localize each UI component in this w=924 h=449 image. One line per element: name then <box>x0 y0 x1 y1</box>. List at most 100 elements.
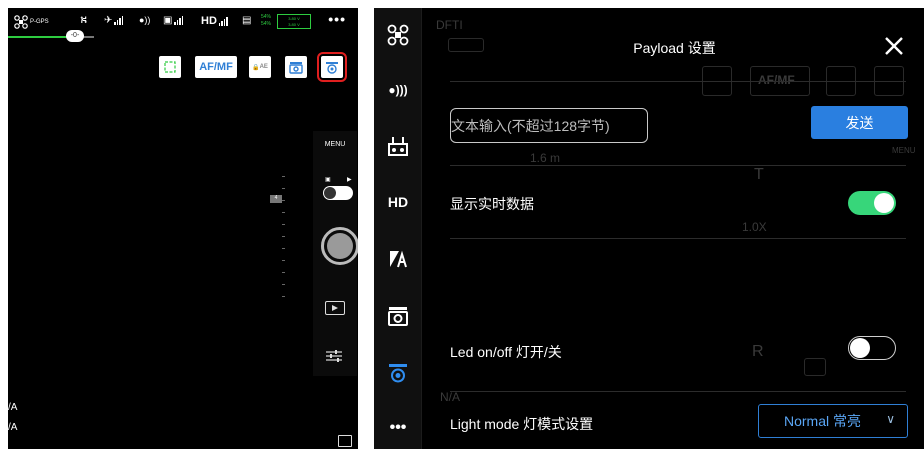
close-icon[interactable] <box>882 34 906 58</box>
ghost-menu: MENU <box>892 146 916 155</box>
satellite-icon: ✈ <box>104 15 113 26</box>
sidebar-item-battery[interactable] <box>374 239 422 279</box>
sliders-icon[interactable] <box>325 349 343 363</box>
pip-switch-icon[interactable] <box>338 435 352 447</box>
progress-line <box>8 36 74 38</box>
timeline-slider-knob[interactable]: -0- <box>66 30 84 42</box>
sidebar-item-hd[interactable]: HD <box>374 182 422 222</box>
hd-bars <box>218 16 228 26</box>
photo-mode-icon: ▣ <box>325 177 331 183</box>
hd-label: HD <box>201 15 217 27</box>
focus-area-button[interactable] <box>159 56 181 78</box>
gps-bars <box>114 16 124 25</box>
toggle-knob <box>324 187 336 199</box>
remote-bars <box>174 16 184 25</box>
flight-mode-label: P-GPS <box>30 19 49 25</box>
more-menu-button[interactable]: ••• <box>328 11 346 27</box>
focus-frame-icon <box>164 61 176 73</box>
realtime-data-label: 显示实时数据 <box>450 196 534 212</box>
chevron-down-icon: ∨ <box>886 412 895 426</box>
battery-voltage-box: 3.80 V 3.80 V <box>277 14 311 29</box>
light-mode-select[interactable]: Normal 常亮 ∨ <box>758 404 908 438</box>
light-mode-label: Light mode 灯模式设置 <box>450 416 594 432</box>
lock-icon: 🔒 <box>252 64 260 71</box>
remote-icon: ▣ <box>163 15 173 26</box>
divider <box>450 238 906 239</box>
ghost-na: N/A <box>440 390 461 404</box>
drone-icon <box>14 15 28 29</box>
sidebar-item-camera[interactable] <box>374 296 422 336</box>
switch-knob <box>850 338 870 358</box>
ghost-dfti: DFTI <box>436 18 463 32</box>
menu-button[interactable]: MENU <box>313 141 357 148</box>
telemetry-value-1: /A <box>8 402 18 413</box>
photo-video-toggle[interactable] <box>323 186 353 200</box>
ghost-afmf-label: AF/MF <box>758 73 795 87</box>
ghost-r: R <box>752 343 764 360</box>
divider <box>450 81 906 82</box>
telemetry-value-2: /A <box>8 422 18 433</box>
more-icon: ••• <box>389 419 407 436</box>
status-bar: P-GPS ⛕ ✈ ●)) ▣ HD ▤ 54% 54% 3.80 V 3.80… <box>8 8 358 38</box>
screenshot-root: P-GPS ⛕ ✈ ●)) ▣ HD ▤ 54% 54% 3.80 V 3.80… <box>0 0 924 449</box>
battery-pct-2: 54% <box>261 21 272 27</box>
battery-voltage-2: 3.80 V <box>288 22 300 28</box>
camera-settings-button[interactable] <box>285 56 307 78</box>
remote-signal[interactable]: ▣ <box>163 15 184 26</box>
zoom-scale[interactable] <box>282 176 286 298</box>
divider <box>450 391 906 392</box>
payload-settings-button[interactable] <box>317 52 347 82</box>
ghost-pip-icon <box>804 358 826 376</box>
ae-label: AE <box>259 64 268 70</box>
battery-pct-1: 54% <box>261 14 272 20</box>
shutter-inner <box>327 233 353 259</box>
payload-text-input[interactable] <box>450 108 648 143</box>
camera-control-panel: MENU ▣ ▶ <box>313 131 358 376</box>
remote-controller-icon <box>388 137 408 156</box>
gear-camera-icon <box>326 62 338 74</box>
rc-signal[interactable]: ●)) <box>139 15 150 25</box>
send-button[interactable]: 发送 <box>811 106 908 139</box>
af-mf-button[interactable]: AF/MF <box>195 56 237 78</box>
led-onoff-label: Led on/off 灯开/关 <box>450 344 562 360</box>
switch-knob <box>874 193 894 213</box>
video-mode-icon: ▶ <box>347 177 352 183</box>
light-mode-value: Normal 常亮 <box>784 413 862 429</box>
signal-icon: ●))) <box>388 83 408 97</box>
obstacle-status[interactable]: ⛕ <box>80 15 87 28</box>
divider <box>450 165 906 166</box>
settings-sidebar: ●))) HD ••• <box>374 8 422 449</box>
camera-icon <box>388 307 408 326</box>
obstacle-icon: ⛕ <box>80 15 88 26</box>
ghost-t: T <box>754 166 764 183</box>
sidebar-item-more[interactable]: ••• <box>374 408 422 448</box>
ghost-zoom: 1.0X <box>742 220 767 234</box>
gps-signal[interactable]: ✈ <box>104 15 124 26</box>
drone-icon <box>387 24 409 46</box>
panel-title: Payload 设置 <box>633 40 716 56</box>
battery-icon <box>390 250 407 268</box>
aircraft-status[interactable]: P-GPS <box>14 15 49 29</box>
hd-icon: HD <box>387 194 409 210</box>
shutter-button[interactable] <box>321 227 358 265</box>
playback-icon[interactable] <box>325 301 345 315</box>
hd-signal[interactable]: HD <box>201 15 228 27</box>
sidebar-item-payload[interactable] <box>374 353 422 393</box>
payload-gear-icon <box>389 364 407 383</box>
zoom-indicator: 4 <box>270 195 282 203</box>
sidebar-item-signal[interactable]: ●))) <box>374 70 422 110</box>
battery-percentages: 54% 54% <box>261 14 271 28</box>
realtime-data-switch[interactable] <box>848 191 896 215</box>
sidebar-item-aircraft[interactable] <box>374 15 422 55</box>
camera-icon <box>289 62 303 74</box>
battery-status[interactable]: ▤ <box>242 15 251 26</box>
ae-lock-button[interactable]: 🔒 AE <box>249 56 271 78</box>
battery-voltage-1: 3.80 V <box>288 15 300 21</box>
camera-live-view: P-GPS ⛕ ✈ ●)) ▣ HD ▤ 54% 54% 3.80 V 3.80… <box>8 8 358 449</box>
signal-icon: ●)) <box>139 15 151 25</box>
battery-icon: ▤ <box>242 15 252 26</box>
sidebar-item-remote[interactable] <box>374 126 422 166</box>
led-onoff-switch[interactable] <box>848 336 896 360</box>
settings-screen: DFTI AF/MF 1.6 m T 1.0X MENU R N/A ●))) … <box>374 8 924 449</box>
ghost-distance: 1.6 m <box>530 151 561 165</box>
